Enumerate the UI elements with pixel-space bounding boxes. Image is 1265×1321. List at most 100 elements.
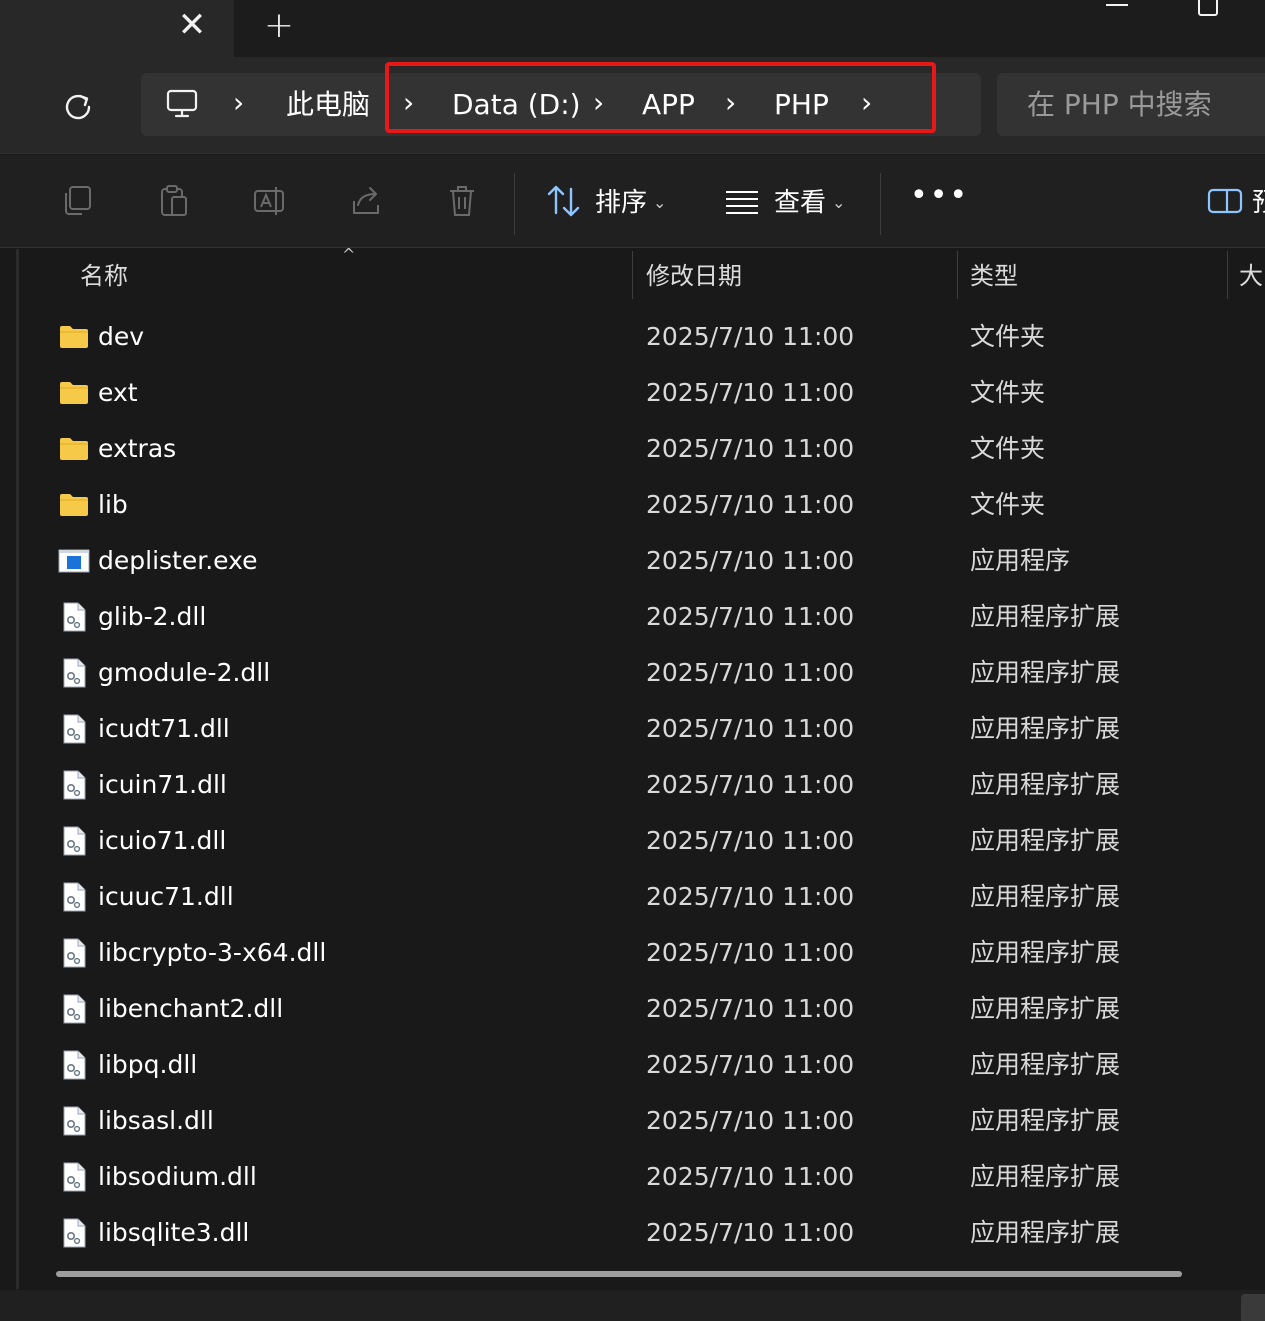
file-type: 应用程序扩展 xyxy=(970,826,1121,855)
scrollbar-thumb[interactable] xyxy=(56,1271,1182,1277)
dll-icon xyxy=(58,601,90,633)
file-name[interactable]: icuio71.dll xyxy=(98,813,226,869)
table-row[interactable]: icudt71.dll 2025/7/10 11:00 应用程序扩展 xyxy=(0,701,1265,757)
file-modified-date: 2025/7/10 11:00 xyxy=(646,602,855,631)
dll-icon xyxy=(58,1217,90,1249)
details-pane-icon[interactable] xyxy=(1207,183,1243,219)
file-type: 应用程序扩展 xyxy=(970,602,1121,631)
breadcrumb-item-this-pc[interactable]: 此电脑 xyxy=(286,73,370,136)
view-icon[interactable] xyxy=(724,183,760,219)
column-separator[interactable] xyxy=(957,251,958,299)
file-type: 应用程序扩展 xyxy=(970,882,1121,911)
breadcrumb-separator-icon[interactable]: › xyxy=(233,73,244,136)
table-row[interactable]: libenchant2.dll 2025/7/10 11:00 应用程序扩展 xyxy=(0,981,1265,1037)
toolbar-divider xyxy=(514,173,515,235)
table-row[interactable]: lib 2025/7/10 11:00 文件夹 xyxy=(0,477,1265,533)
file-name[interactable]: icudt71.dll xyxy=(98,701,230,757)
paste-icon[interactable] xyxy=(156,183,192,219)
file-type: 应用程序扩展 xyxy=(970,714,1121,743)
column-header-name[interactable]: 名称 xyxy=(80,249,128,301)
file-modified-date: 2025/7/10 11:00 xyxy=(646,1050,855,1079)
file-name[interactable]: dev xyxy=(98,309,144,365)
search-input[interactable]: 在 PHP 中搜索 xyxy=(997,73,1265,136)
folder-icon xyxy=(58,321,90,353)
close-tab-icon[interactable]: ✕ xyxy=(174,8,210,42)
rename-icon[interactable] xyxy=(252,183,288,219)
file-modified-date: 2025/7/10 11:00 xyxy=(646,490,855,519)
column-header-size[interactable]: 大 xyxy=(1239,249,1263,301)
file-name[interactable]: icuuc71.dll xyxy=(98,869,234,925)
column-separator[interactable] xyxy=(632,251,633,299)
sort-button[interactable]: 排序 xyxy=(595,155,647,248)
refresh-button[interactable] xyxy=(56,87,102,127)
dll-icon xyxy=(58,1161,90,1193)
view-button[interactable]: 查看 xyxy=(774,155,826,248)
sort-icon[interactable] xyxy=(546,183,582,219)
dll-icon xyxy=(58,1049,90,1081)
this-pc-icon[interactable] xyxy=(165,87,199,121)
chevron-down-icon[interactable]: ⌄ xyxy=(653,155,666,248)
dll-icon xyxy=(58,1105,90,1137)
table-row[interactable]: libsasl.dll 2025/7/10 11:00 应用程序扩展 xyxy=(0,1093,1265,1149)
file-name[interactable]: lib xyxy=(98,477,128,533)
column-header-type[interactable]: 类型 xyxy=(970,249,1018,301)
file-name[interactable]: libsasl.dll xyxy=(98,1093,214,1149)
table-row[interactable]: icuuc71.dll 2025/7/10 11:00 应用程序扩展 xyxy=(0,869,1265,925)
table-row[interactable]: dev 2025/7/10 11:00 文件夹 xyxy=(0,309,1265,365)
dll-icon xyxy=(58,769,90,801)
table-row[interactable]: libpq.dll 2025/7/10 11:00 应用程序扩展 xyxy=(0,1037,1265,1093)
file-name[interactable]: gmodule-2.dll xyxy=(98,645,270,701)
file-name[interactable]: libenchant2.dll xyxy=(98,981,283,1037)
share-icon[interactable] xyxy=(348,183,384,219)
maximize-icon[interactable] xyxy=(1198,0,1218,16)
file-modified-date: 2025/7/10 11:00 xyxy=(646,434,855,463)
column-separator[interactable] xyxy=(1227,251,1228,299)
file-name[interactable]: extras xyxy=(98,421,176,477)
dll-icon xyxy=(58,937,90,969)
table-row[interactable]: icuin71.dll 2025/7/10 11:00 应用程序扩展 xyxy=(0,757,1265,813)
dll-icon xyxy=(58,657,90,689)
file-modified-date: 2025/7/10 11:00 xyxy=(646,322,855,351)
file-modified-date: 2025/7/10 11:00 xyxy=(646,1162,855,1191)
folder-icon xyxy=(58,433,90,465)
file-modified-date: 2025/7/10 11:00 xyxy=(646,1106,855,1135)
dll-icon xyxy=(58,993,90,1025)
preview-button-truncated[interactable]: 预 xyxy=(1252,155,1265,248)
active-tab[interactable]: ✕ xyxy=(0,0,234,57)
table-row[interactable]: deplister.exe 2025/7/10 11:00 应用程序 xyxy=(0,533,1265,589)
delete-icon[interactable] xyxy=(444,183,480,219)
table-row[interactable]: icuio71.dll 2025/7/10 11:00 应用程序扩展 xyxy=(0,813,1265,869)
table-row[interactable]: gmodule-2.dll 2025/7/10 11:00 应用程序扩展 xyxy=(0,645,1265,701)
file-name[interactable]: libsodium.dll xyxy=(98,1149,257,1205)
file-name[interactable]: ext xyxy=(98,365,138,421)
file-rows: dev 2025/7/10 11:00 文件夹 ext 2025/7/10 11:00 文… xyxy=(0,309,1265,1261)
horizontal-scrollbar[interactable] xyxy=(56,1271,1182,1277)
file-name[interactable]: glib-2.dll xyxy=(98,589,206,645)
column-header-modified[interactable]: 修改日期 xyxy=(646,249,742,301)
file-modified-date: 2025/7/10 11:00 xyxy=(646,378,855,407)
file-type: 应用程序 xyxy=(970,546,1071,575)
file-name[interactable]: deplister.exe xyxy=(98,533,258,589)
file-modified-date: 2025/7/10 11:00 xyxy=(646,826,855,855)
new-tab-icon[interactable]: + xyxy=(262,8,296,44)
file-name[interactable]: libsqlite3.dll xyxy=(98,1205,249,1261)
table-row[interactable]: glib-2.dll 2025/7/10 11:00 应用程序扩展 xyxy=(0,589,1265,645)
table-row[interactable]: extras 2025/7/10 11:00 文件夹 xyxy=(0,421,1265,477)
file-name[interactable]: icuin71.dll xyxy=(98,757,227,813)
table-row[interactable]: libcrypto-3-x64.dll 2025/7/10 11:00 应用程序扩展 xyxy=(0,925,1265,981)
file-type: 应用程序扩展 xyxy=(970,1050,1121,1079)
copy-icon[interactable] xyxy=(60,183,96,219)
chevron-down-icon[interactable]: ⌄ xyxy=(832,155,845,248)
minimize-icon[interactable] xyxy=(1106,4,1128,6)
more-options-icon[interactable]: ••• xyxy=(910,180,967,220)
file-type: 应用程序扩展 xyxy=(970,770,1121,799)
details-view-icon[interactable] xyxy=(1241,1294,1265,1321)
table-row[interactable]: ext 2025/7/10 11:00 文件夹 xyxy=(0,365,1265,421)
file-name[interactable]: libpq.dll xyxy=(98,1037,197,1093)
table-row[interactable]: libsodium.dll 2025/7/10 11:00 应用程序扩展 xyxy=(0,1149,1265,1205)
file-modified-date: 2025/7/10 11:00 xyxy=(646,882,855,911)
file-modified-date: 2025/7/10 11:00 xyxy=(646,546,855,575)
file-name[interactable]: libcrypto-3-x64.dll xyxy=(98,925,326,981)
table-row[interactable]: libsqlite3.dll 2025/7/10 11:00 应用程序扩展 xyxy=(0,1205,1265,1261)
folder-icon xyxy=(58,489,90,521)
